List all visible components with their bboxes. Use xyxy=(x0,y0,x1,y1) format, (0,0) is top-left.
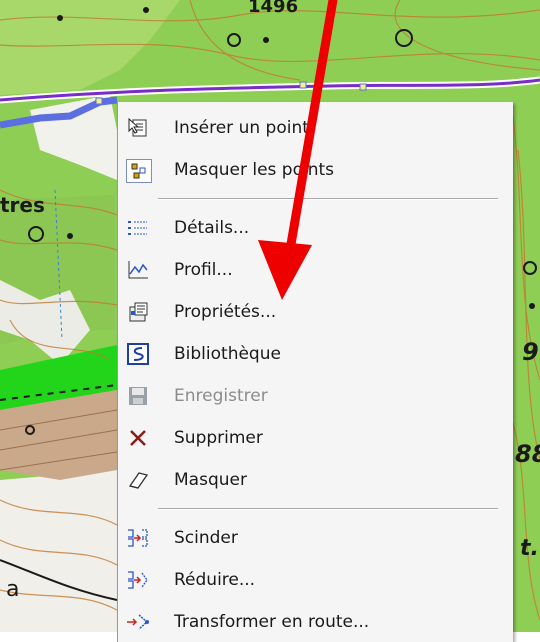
menu-separator xyxy=(158,198,498,200)
menu-item-label: Transformer en route... xyxy=(174,612,370,632)
menu-item-label: Propriétés... xyxy=(174,302,277,322)
menu-item-label: Enregistrer xyxy=(174,386,268,406)
hide-eraser-icon xyxy=(126,469,150,491)
library-icon xyxy=(126,343,150,365)
menu-item-label: Insérer un point xyxy=(174,118,309,138)
map-label-right-mid: 88 xyxy=(515,440,540,468)
menu-item-label: Scinder xyxy=(174,528,238,548)
menu-item-label: Profil... xyxy=(174,260,233,280)
menu-item-split[interactable]: Scinder xyxy=(118,518,513,558)
menu-item-delete[interactable]: Supprimer xyxy=(118,418,513,458)
menu-item-transform-route[interactable]: Transformer en route... xyxy=(118,602,513,642)
menu-item-label: Masquer xyxy=(174,470,247,490)
menu-item-label: Réduire... xyxy=(174,570,256,590)
transform-route-icon xyxy=(126,611,150,633)
save-icon xyxy=(126,385,150,407)
menu-item-insert-point[interactable]: Insérer un point xyxy=(118,108,513,148)
hide-points-icon xyxy=(126,159,152,183)
reduce-icon xyxy=(126,569,150,591)
profile-icon xyxy=(126,259,150,281)
map-label-bottom-left: a xyxy=(6,577,19,602)
menu-item-properties[interactable]: Propriétés... xyxy=(118,292,513,332)
split-icon xyxy=(126,527,150,549)
menu-item-reduce[interactable]: Réduire... xyxy=(118,560,513,600)
menu-item-hide[interactable]: Masquer xyxy=(118,460,513,500)
menu-item-details[interactable]: Détails... xyxy=(118,208,513,248)
insert-point-icon xyxy=(126,117,150,139)
menu-item-label: Masquer les points xyxy=(174,160,335,180)
map-elevation-label: 1496 xyxy=(248,0,298,17)
menu-item-hide-points[interactable]: Masquer les points xyxy=(118,150,513,190)
map-label-right-low: t. xyxy=(520,536,539,561)
menu-item-save[interactable]: Enregistrer xyxy=(118,376,513,416)
menu-separator xyxy=(158,508,498,510)
menu-item-label: Bibliothèque xyxy=(174,344,281,364)
map-place-label: tres xyxy=(0,193,45,217)
map-label-right-top: 9 xyxy=(522,338,539,366)
details-icon xyxy=(126,217,150,239)
menu-item-label: Détails... xyxy=(174,218,250,238)
context-menu: Insérer un point Masquer les points Déta… xyxy=(117,102,513,642)
properties-icon xyxy=(126,301,150,323)
menu-item-library[interactable]: Bibliothèque xyxy=(118,334,513,374)
delete-icon xyxy=(126,427,150,449)
menu-item-profile[interactable]: Profil... xyxy=(118,250,513,290)
menu-item-label: Supprimer xyxy=(174,428,263,448)
